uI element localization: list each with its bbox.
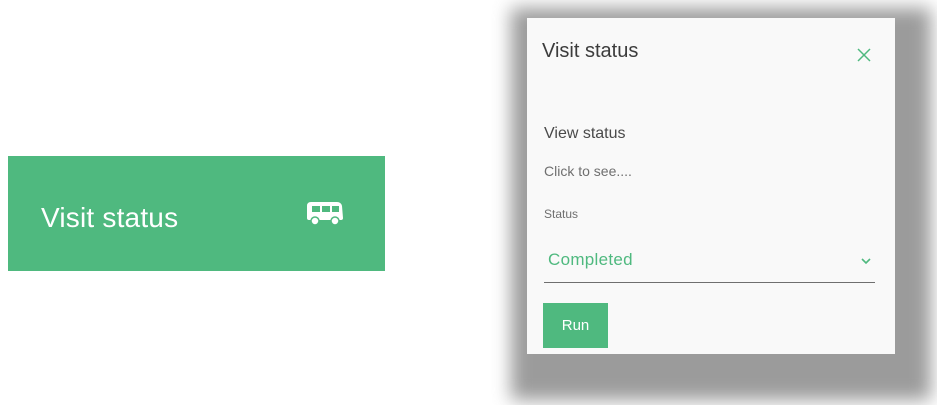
chevron-down-icon — [861, 258, 871, 265]
section-title: View status — [544, 125, 626, 142]
run-button[interactable]: Run — [543, 303, 608, 348]
close-icon[interactable] — [854, 45, 874, 65]
visit-status-panel: Visit status View status Click to see...… — [527, 18, 895, 354]
visit-status-tile[interactable]: Visit status — [8, 156, 385, 271]
status-field-label: Status — [544, 207, 579, 221]
section-description: Click to see.... — [544, 163, 632, 179]
canvas: Visit status Visit status View status Cl… — [0, 0, 937, 405]
status-select[interactable]: Completed — [544, 244, 875, 283]
tile-label: Visit status — [41, 202, 179, 233]
van-icon — [307, 202, 343, 226]
status-select-value: Completed — [548, 250, 633, 269]
panel-title: Visit status — [542, 40, 639, 62]
